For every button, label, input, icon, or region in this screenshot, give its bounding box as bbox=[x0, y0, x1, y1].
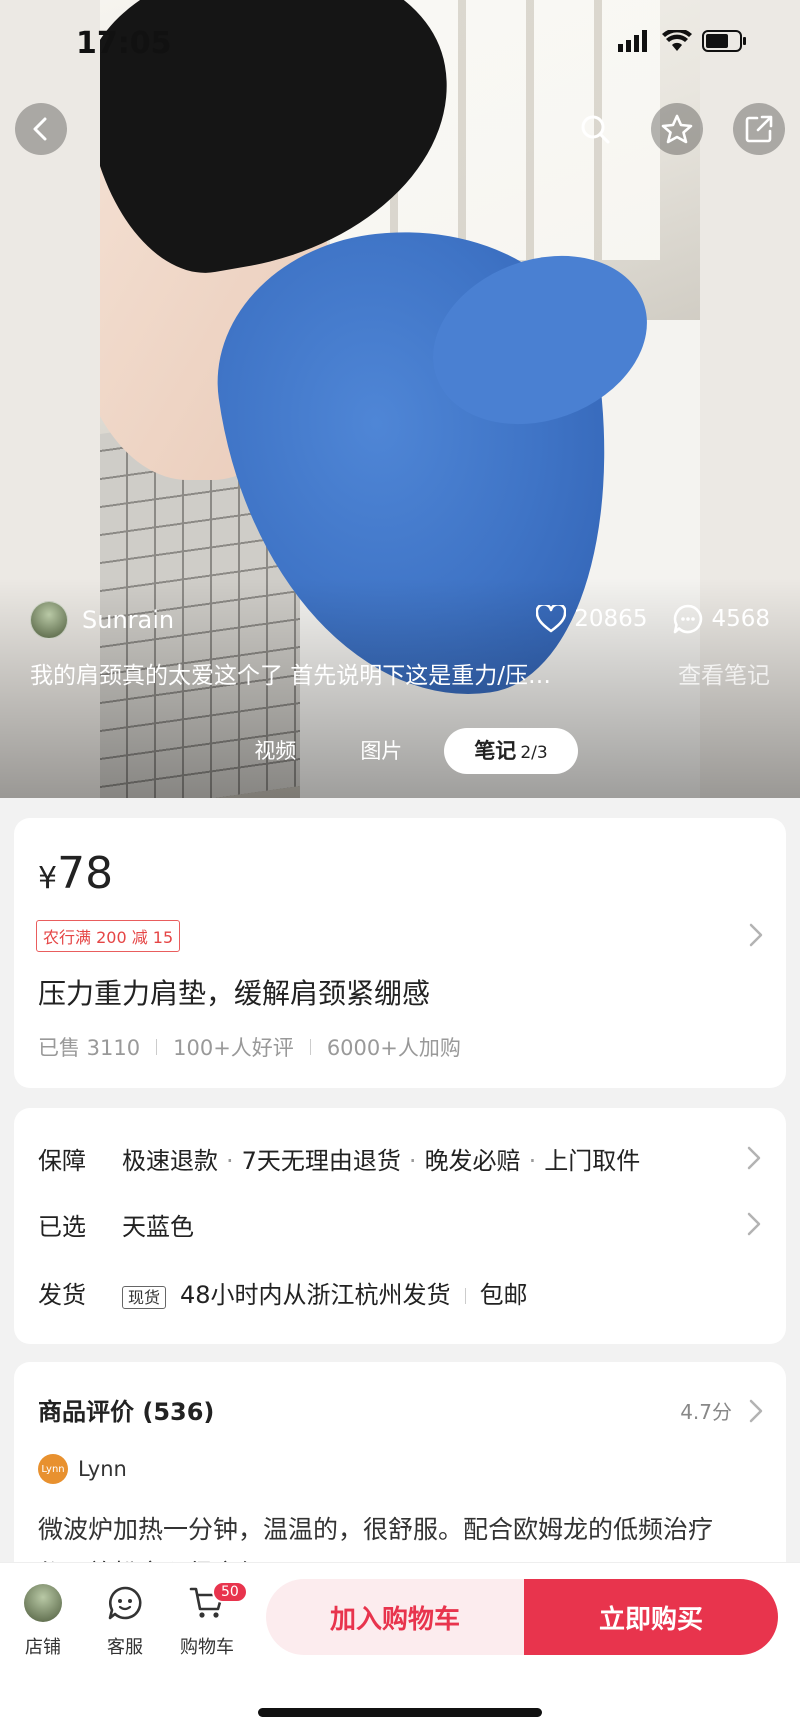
heart-icon bbox=[536, 605, 567, 633]
comment-stat[interactable]: 4568 bbox=[673, 604, 770, 634]
guarantee-list: 极速退款 · 7天无理由退货 · 晚发必赔 · 上门取件 bbox=[122, 1146, 641, 1175]
favorite-button[interactable] bbox=[651, 103, 703, 155]
cart-label: 购物车 bbox=[180, 1637, 234, 1658]
author-name: Sunrain bbox=[82, 606, 175, 634]
view-note-link[interactable]: 查看笔记 bbox=[678, 656, 770, 690]
search-button[interactable] bbox=[569, 103, 621, 155]
chevron-right-icon bbox=[747, 1146, 761, 1170]
price-value: 78 bbox=[57, 848, 114, 899]
free-shipping: 包邮 bbox=[479, 1280, 528, 1309]
tab-images[interactable]: 图片 bbox=[328, 728, 434, 774]
home-indicator bbox=[258, 1708, 542, 1717]
cart-button[interactable]: 50 购物车 bbox=[172, 1581, 248, 1659]
tab-notes-count: 2/3 bbox=[520, 743, 548, 763]
shop-button[interactable]: 店铺 bbox=[8, 1581, 78, 1659]
tab-video[interactable]: 视频 bbox=[222, 728, 328, 774]
shipping-row: 发货 现货 48小时内从浙江杭州发货 包邮 bbox=[38, 1272, 762, 1312]
guarantee-item: 极速退款 bbox=[122, 1146, 218, 1175]
review-score: 4.7分 bbox=[680, 1400, 732, 1424]
customer-service-label: 客服 bbox=[107, 1637, 143, 1658]
selected-value: 天蓝色 bbox=[122, 1212, 194, 1241]
comment-icon bbox=[674, 604, 703, 634]
battery-icon bbox=[702, 30, 746, 52]
chevron-right-icon bbox=[749, 1399, 763, 1423]
guarantee-item: 上门取件 bbox=[544, 1146, 641, 1175]
comment-count: 4568 bbox=[711, 606, 770, 632]
reviewer-avatar: Lynn bbox=[38, 1454, 68, 1484]
share-button[interactable] bbox=[733, 103, 785, 155]
like-count: 20865 bbox=[574, 606, 648, 632]
bottom-action-bar: 店铺 客服 50 购物车 加入购物车 立即购买 bbox=[0, 1562, 800, 1730]
reviewer: Lynn Lynn bbox=[38, 1454, 127, 1484]
shop-label: 店铺 bbox=[25, 1637, 61, 1658]
back-button[interactable] bbox=[15, 103, 67, 155]
note-caption[interactable]: 我的肩颈真的太爱这个了 首先说明下这是重力/压… bbox=[30, 656, 640, 690]
chevron-right-icon[interactable] bbox=[748, 922, 764, 948]
in-stock-badge: 现货 bbox=[122, 1285, 167, 1309]
chevron-left-icon bbox=[33, 117, 47, 141]
search-icon bbox=[581, 115, 610, 144]
wifi-icon bbox=[662, 30, 692, 51]
status-icons bbox=[618, 30, 748, 52]
like-stat[interactable]: 20865 bbox=[536, 605, 647, 633]
selected-label: 已选 bbox=[38, 1212, 86, 1241]
star-icon bbox=[661, 114, 693, 144]
review-title: 商品评价 (536) bbox=[38, 1398, 215, 1426]
media-tabs: 视频 图片 笔记 2/3 bbox=[0, 728, 800, 774]
share-icon bbox=[745, 115, 773, 143]
reviewer-name: Lynn bbox=[78, 1457, 127, 1481]
note-stats: 20865 4568 bbox=[536, 604, 770, 634]
status-time: 17:05 bbox=[76, 26, 172, 61]
cart-add-count: 6000+人加购 bbox=[326, 1036, 461, 1060]
customer-service-button[interactable]: 客服 bbox=[90, 1581, 160, 1659]
product-title: 压力重力肩垫，缓解肩颈紧绷感 bbox=[38, 977, 431, 1010]
good-review-count: 100+人好评 bbox=[173, 1036, 294, 1060]
tab-notes[interactable]: 笔记 2/3 bbox=[444, 728, 578, 774]
price-card: ¥78 农行满 200 减 15 压力重力肩垫，缓解肩颈紧绷感 已售 3110 … bbox=[14, 818, 786, 1088]
guarantee-item: 晚发必赔 bbox=[424, 1146, 521, 1175]
tab-notes-label: 笔记 bbox=[474, 739, 517, 763]
shop-avatar-icon bbox=[24, 1584, 62, 1622]
product-meta: 已售 3110 100+人好评 6000+人加购 bbox=[38, 1032, 461, 1062]
add-to-cart-button[interactable]: 加入购物车 bbox=[266, 1579, 524, 1655]
shipping-label: 发货 bbox=[38, 1280, 86, 1309]
shipping-text: 48小时内从浙江杭州发货 bbox=[180, 1280, 451, 1309]
signal-icon bbox=[618, 30, 647, 52]
selected-spec-row[interactable]: 已选 天蓝色 bbox=[38, 1204, 762, 1244]
cart-count-badge: 50 bbox=[212, 1581, 248, 1603]
price-currency: ¥ bbox=[38, 861, 58, 896]
guarantee-label: 保障 bbox=[38, 1146, 86, 1175]
chat-icon bbox=[108, 1586, 142, 1620]
coupon-badge[interactable]: 农行满 200 减 15 bbox=[36, 920, 181, 952]
buy-now-button[interactable]: 立即购买 bbox=[524, 1579, 778, 1655]
guarantee-row[interactable]: 保障 极速退款 · 7天无理由退货 · 晚发必赔 · 上门取件 bbox=[38, 1138, 762, 1178]
price: ¥78 bbox=[38, 848, 113, 899]
sold-count: 已售 3110 bbox=[38, 1036, 141, 1060]
product-media-hero[interactable]: 17:05 Sunrain 20865 4568 我的肩颈真的太爱这个了 首先说… bbox=[0, 0, 800, 798]
guarantee-item: 7天无理由退货 bbox=[241, 1146, 401, 1175]
service-info-card: 保障 极速退款 · 7天无理由退货 · 晚发必赔 · 上门取件 已选 天蓝色 发货 现货 48… bbox=[14, 1108, 786, 1344]
note-author[interactable]: Sunrain bbox=[30, 600, 174, 640]
author-avatar bbox=[30, 601, 68, 639]
chevron-right-icon bbox=[747, 1212, 761, 1236]
